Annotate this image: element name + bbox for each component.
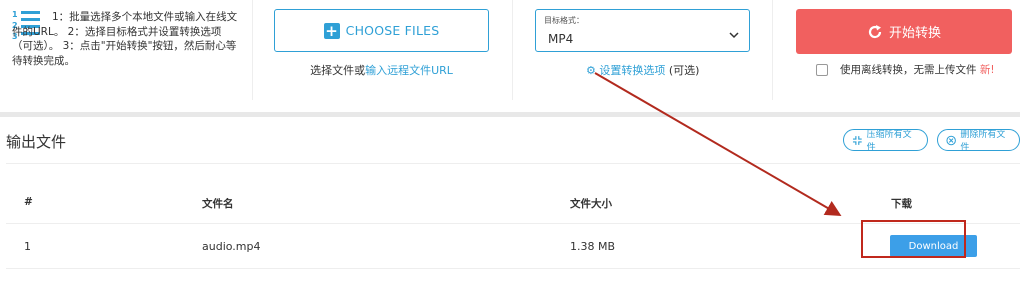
upload-hint: 选择文件或输入远程文件URL	[274, 62, 489, 78]
target-format-select[interactable]: 目标格式： MP4	[535, 9, 750, 52]
compress-icon	[852, 135, 862, 145]
divider	[512, 0, 513, 100]
offline-checkbox[interactable]	[816, 63, 828, 76]
new-badge: 新!	[979, 64, 995, 76]
plus-icon: +	[323, 21, 340, 40]
delete-all-button[interactable]: 删除所有文件	[937, 129, 1020, 153]
target-format-value: MP4	[548, 32, 574, 46]
divider	[6, 268, 1020, 269]
conversion-options-optional: (可选)	[668, 64, 700, 77]
conversion-options: ⚙ 设置转换选项 (可选)	[586, 62, 699, 78]
column-header-size: 文件大小	[570, 198, 612, 210]
refresh-icon	[868, 24, 882, 38]
remote-url-link[interactable]: 输入远程文件URL	[365, 64, 453, 77]
divider	[252, 0, 253, 100]
row-filename: audio.mp4	[202, 240, 261, 253]
conversion-options-link[interactable]: 设置转换选项	[599, 64, 665, 77]
converter-panel: 1 2 3 1：批量选择多个本地文件或输入在线文件的URL。 2：选择目标格式并…	[0, 0, 1020, 112]
output-files-title: 输出文件	[6, 133, 67, 151]
chevron-down-icon	[729, 32, 739, 39]
choose-files-label: CHOOSE FILES	[345, 23, 440, 38]
row-index: 1	[24, 240, 31, 253]
divider	[6, 163, 1020, 164]
start-convert-label: 开始转换	[888, 26, 941, 41]
target-format-label: 目标格式：	[544, 16, 584, 25]
download-button[interactable]: Download	[890, 235, 977, 257]
compress-all-button[interactable]: 压缩所有文件	[843, 129, 928, 153]
divider	[6, 223, 1020, 224]
gear-icon: ⚙	[586, 64, 596, 77]
instructions-text: 1：批量选择多个本地文件或输入在线文件的URL。 2：选择目标格式并设置转换选项…	[12, 11, 238, 67]
section-divider	[0, 112, 1020, 117]
delete-circle-icon	[946, 135, 956, 145]
delete-all-label: 删除所有文件	[960, 130, 1006, 153]
upload-hint-text: 选择文件或	[310, 64, 366, 77]
choose-files-button[interactable]: + CHOOSE FILES	[274, 9, 489, 52]
row-filesize: 1.38 MB	[570, 240, 616, 253]
divider	[772, 0, 773, 100]
compress-all-label: 压缩所有文件	[866, 130, 912, 153]
column-header-index: #	[24, 196, 33, 208]
column-header-filename: 文件名	[202, 198, 234, 210]
offline-label: 使用离线转换，无需上传文件	[840, 64, 977, 76]
start-convert-button[interactable]: 开始转换	[796, 9, 1012, 54]
offline-option: 使用离线转换，无需上传文件 新!	[816, 62, 995, 77]
download-label: Download	[908, 240, 959, 252]
column-header-download: 下载	[891, 198, 912, 210]
